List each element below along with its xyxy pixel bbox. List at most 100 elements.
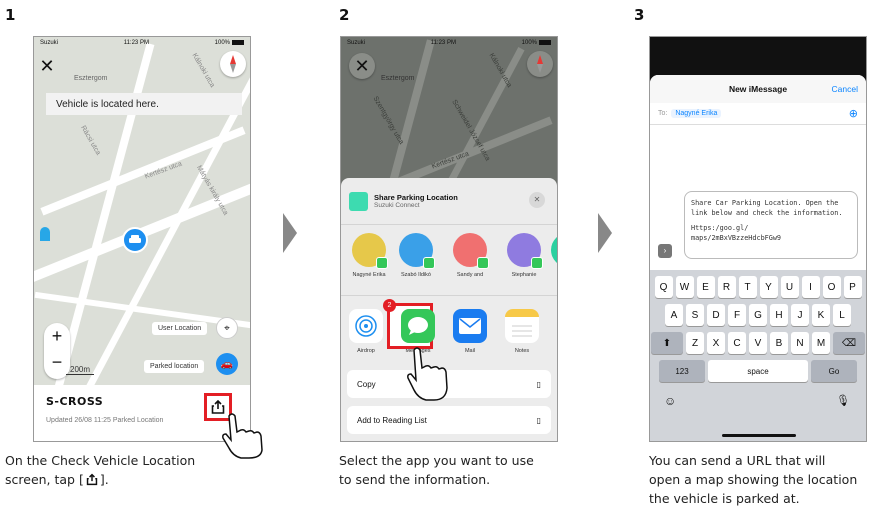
- user-location-marker: [40, 227, 50, 241]
- background-dim: [650, 37, 866, 71]
- keyboard-row-1: QWERTYUIOP: [650, 276, 866, 298]
- key-f[interactable]: F: [728, 304, 746, 326]
- caption-step-2: Select the app you want to use to send t…: [339, 451, 589, 489]
- keyboard: QWERTYUIOP ASDFGHJKL ⬆ ZXCVBNM ⌫ 123 spa…: [650, 270, 866, 441]
- location-banner: Vehicle is located here.: [46, 93, 242, 115]
- contact-suggestions: Nagyné Erika Szabó Ildikó Sandy and Step…: [341, 224, 557, 296]
- contact-name: Stephanie: [511, 272, 537, 278]
- space-key[interactable]: space: [708, 360, 808, 382]
- phone-screen-3: New iMessage Cancel To: Nagyné Erika ⊕ S…: [649, 36, 867, 442]
- recipient-chip[interactable]: Nagyné Erika: [671, 109, 722, 118]
- message-text-field[interactable]: Share Car Parking Location. Open the lin…: [684, 191, 858, 259]
- key-v[interactable]: V: [749, 332, 767, 354]
- status-bar: Suzuki 11:23 PM 100%: [34, 37, 250, 49]
- share-sheet-header: Share Parking Location Suzuki Connect ✕: [349, 188, 549, 214]
- go-key[interactable]: Go: [811, 360, 857, 382]
- parked-location-label: Parked location: [144, 360, 205, 373]
- key-p[interactable]: P: [843, 276, 862, 298]
- key-s[interactable]: S: [686, 304, 704, 326]
- messages-badge-icon: [531, 257, 543, 269]
- add-recipient-icon[interactable]: ⊕: [849, 107, 858, 120]
- apps-drawer-button[interactable]: ›: [658, 244, 672, 258]
- mail-icon: [453, 309, 487, 343]
- parked-location-button[interactable]: 🚗: [216, 353, 238, 375]
- app-name: Re: [549, 348, 557, 354]
- street-label: Kálnoki utca: [190, 52, 216, 89]
- key-o[interactable]: O: [822, 276, 841, 298]
- shift-key[interactable]: ⬆: [651, 332, 683, 354]
- cancel-button[interactable]: Cancel: [832, 84, 858, 94]
- messages-badge-icon: [376, 257, 388, 269]
- microphone-icon[interactable]: 🎙: [836, 394, 850, 407]
- url-line: Https:/goo.gl/: [691, 224, 749, 232]
- key-e[interactable]: E: [696, 276, 715, 298]
- key-j[interactable]: J: [791, 304, 809, 326]
- avatar: [453, 233, 489, 269]
- emoji-icon[interactable]: ☺: [664, 394, 676, 408]
- key-m[interactable]: M: [812, 332, 830, 354]
- close-icon: ✕: [354, 55, 370, 76]
- shift-icon: ⬆: [662, 337, 672, 349]
- backspace-icon: ⌫: [841, 337, 857, 349]
- status-bar: Suzuki 11:23 PM 100%: [341, 37, 557, 49]
- close-icon: ✕: [533, 195, 541, 204]
- key-t[interactable]: T: [738, 276, 757, 298]
- action-label: Add to Reading List: [357, 415, 427, 425]
- key-x[interactable]: X: [707, 332, 725, 354]
- caption-line: You can send a URL that will: [649, 453, 826, 468]
- key-k[interactable]: K: [812, 304, 830, 326]
- numbers-key[interactable]: 123: [659, 360, 705, 382]
- share-sheet-title: Share Parking Location: [374, 193, 458, 202]
- key-y[interactable]: Y: [759, 276, 778, 298]
- zoom-in-button[interactable]: +: [44, 323, 70, 349]
- step-number-1: 1: [5, 6, 16, 24]
- caption-text: ].: [99, 472, 109, 487]
- key-u[interactable]: U: [780, 276, 799, 298]
- key-r[interactable]: R: [717, 276, 736, 298]
- copy-icon: ▯: [536, 379, 541, 389]
- key-z[interactable]: Z: [686, 332, 704, 354]
- step-number-3: 3: [634, 6, 645, 24]
- reading-list-action[interactable]: Add to Reading List ▯: [347, 406, 551, 434]
- backspace-key[interactable]: ⌫: [833, 332, 865, 354]
- user-location-button[interactable]: ⌖: [216, 317, 238, 339]
- key-n[interactable]: N: [791, 332, 809, 354]
- message-line: Share Car Parking Location. Open the: [691, 199, 839, 207]
- share-sheet: Share Parking Location Suzuki Connect ✕ …: [341, 178, 557, 441]
- close-button[interactable]: ✕: [34, 53, 60, 79]
- app-airdrop[interactable]: Airdrop: [341, 309, 391, 354]
- caption-text: screen, tap [: [5, 472, 84, 487]
- street-label: Szentgyörgy utca: [371, 95, 405, 146]
- share-sheet-close-button[interactable]: ✕: [529, 192, 545, 208]
- battery-label: 100%: [521, 40, 537, 47]
- key-g[interactable]: G: [749, 304, 767, 326]
- compass-icon[interactable]: [220, 51, 246, 77]
- contact-item[interactable]: Sandy and: [445, 233, 495, 278]
- key-h[interactable]: H: [770, 304, 788, 326]
- url-line: maps/2mBxVBzzeHdcbFGw9: [691, 234, 782, 242]
- app-notes[interactable]: Notes: [497, 309, 547, 354]
- step-number-2: 2: [339, 6, 350, 24]
- contact-name: Sandy and: [456, 272, 484, 278]
- key-i[interactable]: I: [801, 276, 820, 298]
- contact-item[interactable]: Stephanie: [499, 233, 549, 278]
- key-a[interactable]: A: [665, 304, 683, 326]
- action-label: Copy: [357, 379, 376, 389]
- contact-item[interactable]: Szabó Ildikó: [391, 233, 441, 278]
- vehicle-marker[interactable]: [122, 227, 148, 253]
- key-w[interactable]: W: [675, 276, 694, 298]
- message-line: link below and check the information.: [691, 209, 843, 217]
- avatar[interactable]: [551, 233, 557, 267]
- key-c[interactable]: C: [728, 332, 746, 354]
- caption-line: screen, tap [].: [5, 470, 255, 489]
- recipient-field[interactable]: To: Nagyné Erika ⊕: [650, 103, 866, 125]
- key-q[interactable]: Q: [654, 276, 673, 298]
- app-mail[interactable]: Mail: [445, 309, 495, 354]
- battery-label: 100%: [214, 40, 230, 47]
- app-reminders[interactable]: Re: [549, 309, 557, 354]
- key-d[interactable]: D: [707, 304, 725, 326]
- contact-item[interactable]: Nagyné Erika: [344, 233, 394, 278]
- key-b[interactable]: B: [770, 332, 788, 354]
- key-l[interactable]: L: [833, 304, 851, 326]
- battery-icon: [232, 39, 244, 45]
